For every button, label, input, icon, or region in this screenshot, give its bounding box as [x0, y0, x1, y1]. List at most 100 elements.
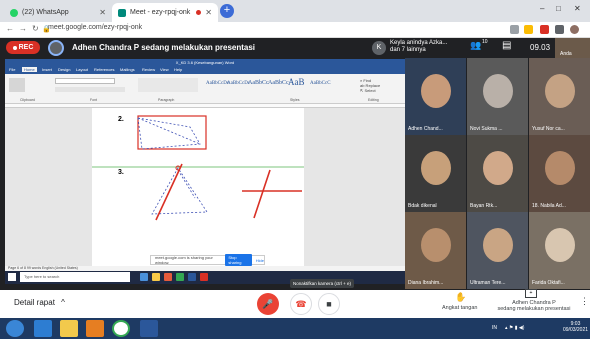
taskbar-date: 09/03/2021 [563, 327, 589, 333]
participant-name: Ultraman Tere... [470, 280, 506, 286]
participant-name: Farida Oktafi... [532, 280, 565, 286]
windows-start-icon[interactable] [8, 273, 16, 281]
puzzle-icon[interactable] [555, 25, 564, 34]
app-icon[interactable] [200, 273, 208, 281]
style-heading-1[interactable]: AaBbCc [248, 80, 269, 86]
ribbon-tab[interactable]: Layout [76, 67, 88, 72]
participant-tile[interactable]: Diana Ibrahim... [405, 212, 466, 289]
editing-group[interactable]: ⌕ Find ab Replace ⇱ Select [360, 78, 390, 94]
ribbon-tab[interactable]: File [9, 67, 15, 72]
camera-button[interactable]: ■ [318, 293, 340, 315]
style-heading-2[interactable]: AaBbCc [268, 80, 289, 86]
participant-tile[interactable]: Yusuf Nor ca... [529, 58, 590, 135]
camera-permission-icon[interactable] [510, 25, 519, 34]
profile-avatar[interactable] [570, 25, 579, 34]
participant-name: Diana Ibrahim... [408, 280, 444, 286]
share-bar-text: meet.google.com is sharing your window. [155, 255, 213, 265]
participant-video [483, 74, 513, 108]
media-icon[interactable] [164, 273, 172, 281]
group-label: Clipboard [20, 98, 35, 102]
taskbar-search-input[interactable]: Type here to search [20, 272, 130, 282]
word-taskbar-icon[interactable] [140, 320, 158, 337]
paragraph-buttons[interactable] [138, 78, 198, 92]
style-normal[interactable]: AaBbCcDc [206, 81, 229, 86]
tray-icons[interactable]: ▴ ⚑ ▮ ◀) [505, 325, 524, 331]
present-now-icon[interactable]: + [525, 289, 537, 298]
avatar: K [372, 41, 386, 55]
ribbon-tab[interactable]: Review [142, 67, 155, 72]
ribbon-tab[interactable]: Mailings [120, 67, 135, 72]
participant-video [483, 228, 513, 262]
chrome-taskbar-icon[interactable] [112, 320, 130, 337]
raise-hand-icon[interactable]: ✋ [455, 292, 466, 303]
participant-count: 10 [482, 39, 488, 45]
more-options-icon[interactable]: ⋮ [580, 296, 589, 307]
ribbon-tab[interactable]: View [160, 67, 169, 72]
participant-name: Bayan Rtk... [470, 203, 498, 209]
reload-button[interactable]: ↻ [32, 24, 39, 33]
start-button[interactable] [6, 320, 24, 337]
close-icon[interactable]: ✕ [99, 8, 106, 17]
close-window-button[interactable]: ✕ [574, 4, 581, 13]
ribbon-tab[interactable]: Help [174, 67, 182, 72]
whatsapp-icon [10, 8, 18, 17]
participant-tile[interactable]: Bayan Rtk... [467, 135, 528, 212]
task-view-icon[interactable] [140, 273, 148, 281]
maximize-button[interactable]: □ [556, 4, 561, 13]
others-label: Keyla anindya Azka... dan 7 lainnya [390, 40, 447, 54]
chat-icon[interactable]: ▤ [502, 40, 511, 51]
style-subtitle[interactable]: AaBbCcC [310, 81, 331, 86]
geometry-drawing [92, 115, 304, 221]
participant-name: Yusuf Nor ca... [532, 126, 565, 132]
participant-tile[interactable]: 18. Nabila Ad... [529, 135, 590, 212]
star-icon[interactable] [524, 25, 533, 34]
tab-whatsapp[interactable]: (22) WhatsApp ✕ [4, 3, 112, 22]
participant-video [545, 151, 575, 185]
close-icon[interactable]: ✕ [205, 8, 212, 17]
participant-tile[interactable]: Bdak dikenal [405, 135, 466, 212]
back-button[interactable]: ← [6, 24, 14, 33]
participant-tile[interactable]: Farida Oktafi... [529, 212, 590, 289]
ie-icon[interactable] [34, 320, 52, 337]
red-line [155, 163, 183, 221]
microphone-button[interactable]: 🎤 [257, 293, 279, 315]
people-icon[interactable]: 👥 [470, 40, 481, 51]
leave-call-button[interactable]: ☎ [290, 293, 312, 315]
screen-share-bar: meet.google.com is sharing your window. … [150, 254, 265, 266]
meet-icon [118, 8, 126, 17]
taskbar-clock[interactable]: 9:03 09/03/2021 [563, 321, 588, 333]
style-no-spacing[interactable]: AaBbCcDc [227, 81, 250, 86]
font-select[interactable] [55, 78, 115, 84]
chrome-icon[interactable] [176, 273, 184, 281]
font-format-buttons[interactable] [55, 87, 125, 92]
media-player-icon[interactable] [86, 320, 104, 337]
paste-icon[interactable] [9, 78, 25, 92]
tray-language[interactable]: IN [492, 325, 497, 331]
tab-meet[interactable]: Meet - ezy-rpqj-onk ✕ [112, 3, 218, 22]
ribbon-tab[interactable]: Insert [42, 67, 52, 72]
presenting-banner: Adhen Chandra P sedang melakukan present… [72, 43, 256, 52]
ribbon-tab-active[interactable]: Home [22, 67, 37, 72]
stop-sharing-button[interactable]: Stop sharing [225, 254, 252, 266]
participant-tile[interactable]: Adhen Chand... [405, 58, 466, 135]
word-title-bar: X_KD 3.6 (Kesebangunan) Word [5, 59, 405, 66]
explorer-icon[interactable] [60, 320, 78, 337]
ribbon-tab[interactable]: References [94, 67, 114, 72]
meeting-details-button[interactable]: Detail rapat ^ [14, 298, 65, 307]
participant-tile[interactable]: Novi Sukma ... [467, 58, 528, 135]
participant-name: Novi Sukma ... [470, 126, 503, 132]
ribbon-tab[interactable]: Design [58, 67, 70, 72]
folder-icon[interactable] [152, 273, 160, 281]
minimize-button[interactable]: – [540, 4, 544, 13]
word-icon[interactable] [188, 273, 196, 281]
hangup-icon: ☎ [295, 298, 307, 309]
style-title[interactable]: AaB [288, 77, 305, 87]
forward-button[interactable]: → [19, 24, 27, 33]
group-label: Font [90, 98, 98, 102]
extension-icon[interactable] [540, 25, 549, 34]
new-tab-button[interactable]: + [220, 4, 234, 18]
hide-button[interactable]: Hide [256, 258, 264, 263]
participant-tile[interactable]: Ultraman Tere... [467, 212, 528, 289]
url-input[interactable]: meet.google.com/ezy-rpqj-onk [48, 24, 142, 31]
red-line [253, 169, 271, 219]
